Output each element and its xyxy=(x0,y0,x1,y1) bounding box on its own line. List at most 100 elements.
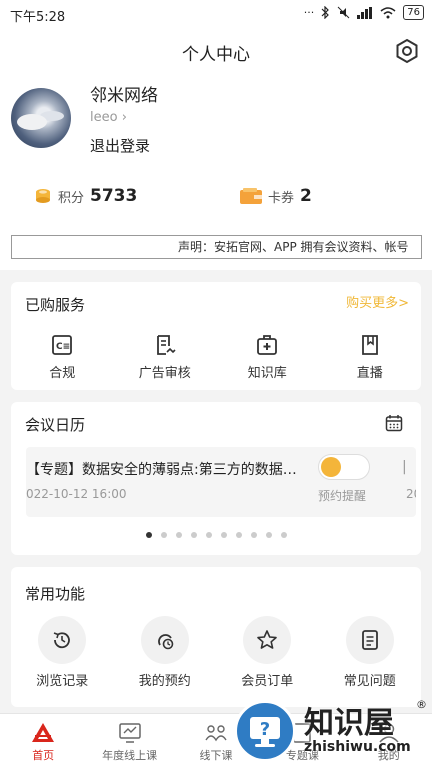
carousel-dot[interactable] xyxy=(190,532,197,538)
purchased-services-card: 已购服务 购买更多> C≡ 合规 广告审核 知识库 直播 xyxy=(11,282,421,390)
calendar-icon[interactable] xyxy=(385,414,403,432)
buy-more-link[interactable]: 购买更多> xyxy=(346,292,409,311)
function-history[interactable]: 浏览记录 xyxy=(11,616,114,689)
status-bar: 下午5:28 ··· 76 xyxy=(0,0,432,28)
function-label: 浏览记录 xyxy=(36,674,89,689)
carousel-dot[interactable] xyxy=(145,532,152,538)
tab-home[interactable]: 首页 xyxy=(0,714,86,768)
reservation-icon xyxy=(157,634,174,650)
reminder-toggle[interactable] xyxy=(318,454,370,480)
battery-indicator: 76 xyxy=(403,5,424,20)
conference-date: 022-10-12 16:00 xyxy=(26,487,127,501)
carousel-dot[interactable] xyxy=(265,532,272,538)
bluetooth-icon xyxy=(321,6,330,19)
service-compliance[interactable]: C≡ 合规 xyxy=(11,334,114,381)
function-label: 常见问题 xyxy=(343,674,396,689)
tab-label: 首页 xyxy=(32,749,55,762)
carousel-dot[interactable] xyxy=(235,532,242,538)
toggle-knob xyxy=(321,457,341,477)
wallet-card-icon xyxy=(240,188,262,204)
common-functions-grid: 浏览记录 我的预约 会员订单 常见问题 xyxy=(11,616,421,689)
wifi-icon xyxy=(380,6,396,18)
tab-online-course[interactable]: 年度线上课 xyxy=(86,714,172,768)
function-reservation[interactable]: 我的预约 xyxy=(114,616,217,689)
watermark-logo: ? xyxy=(234,700,296,762)
user-display-name: 邻米网络 xyxy=(90,86,158,106)
carousel-dot[interactable] xyxy=(160,532,167,538)
star-icon-circle xyxy=(243,616,292,664)
function-label: 会员订单 xyxy=(241,674,294,689)
reminder-label: 预约提醒 xyxy=(318,489,367,503)
reservation-icon-circle xyxy=(140,616,189,664)
carousel-dot[interactable] xyxy=(205,532,212,538)
service-live[interactable]: 直播 xyxy=(319,334,422,381)
common-functions-card: 常用功能 浏览记录 我的预约 会员订单 常见问题 xyxy=(11,567,421,707)
history-icon xyxy=(53,632,71,649)
svg-text:?: ? xyxy=(260,719,270,740)
notice-marquee[interactable]: 声明：安拓官网、APP 拥有会议资料、帐号 xyxy=(11,235,422,259)
coupons-stat[interactable]: 卡券 2 xyxy=(240,186,312,206)
purchased-services-title: 已购服务 xyxy=(25,296,86,314)
star-icon xyxy=(257,630,278,649)
status-icons: ··· 76 xyxy=(304,5,424,20)
next-item-peek-title: | xyxy=(402,459,407,475)
tab-label: 线下课 xyxy=(199,749,233,762)
service-label: 直播 xyxy=(356,366,383,381)
service-label: 广告审核 xyxy=(138,366,191,381)
coupons-label: 卡券 xyxy=(268,190,295,206)
function-member-orders[interactable]: 会员订单 xyxy=(216,616,319,689)
top-bar: 个人中心 xyxy=(0,28,432,74)
chevron-right-icon: › xyxy=(121,110,127,125)
conference-calendar-card: 会议日历 【专题】数据安全的薄弱点:第三方的数据… 022-10-12 16:0… xyxy=(11,402,421,555)
carousel-dot[interactable] xyxy=(220,532,227,538)
service-label: 知识库 xyxy=(247,366,287,381)
watermark-registered: ® xyxy=(416,698,427,711)
coin-stack-icon xyxy=(36,189,50,203)
avatar[interactable] xyxy=(11,88,71,148)
page-title: 个人中心 xyxy=(182,45,250,65)
logout-button[interactable]: 退出登录 xyxy=(90,135,150,156)
purchased-services-grid: C≡ 合规 广告审核 知识库 直播 xyxy=(11,334,421,381)
stats-row: 积分 5733 卡券 2 xyxy=(0,174,432,230)
faq-icon-circle xyxy=(345,616,394,664)
points-label: 积分 xyxy=(58,190,85,206)
settings-gear-icon[interactable] xyxy=(394,38,420,64)
watermark-title: 知识屋 xyxy=(304,706,394,741)
mute-icon xyxy=(337,6,350,19)
conference-calendar-title: 会议日历 xyxy=(25,416,86,434)
user-account-link[interactable]: leeo › xyxy=(90,110,127,125)
next-item-peek-date: 20 xyxy=(406,487,416,501)
live-icon xyxy=(361,335,378,355)
points-stat[interactable]: 积分 5733 xyxy=(34,186,137,206)
offline-course-icon xyxy=(205,725,227,742)
question-monitor-icon: ? xyxy=(250,717,280,747)
ad-review-icon xyxy=(156,335,176,355)
carousel-dots xyxy=(11,532,421,538)
carousel-dot[interactable] xyxy=(280,532,287,538)
notice-bar: 声明：安拓官网、APP 拥有会议资料、帐号 xyxy=(0,230,432,270)
signal-icon xyxy=(357,6,373,19)
history-icon-circle xyxy=(38,616,87,664)
function-label: 我的预约 xyxy=(138,674,191,689)
faq-icon xyxy=(361,630,378,650)
knowledge-base-icon xyxy=(257,335,278,355)
service-knowledge-base[interactable]: 知识库 xyxy=(216,334,319,381)
service-ad-review[interactable]: 广告审核 xyxy=(114,334,217,381)
coupons-value: 2 xyxy=(300,186,312,206)
conference-carousel-item[interactable]: 【专题】数据安全的薄弱点:第三方的数据… 022-10-12 16:00 预约提… xyxy=(26,447,416,517)
profile-section: 邻米网络 leeo › 退出登录 xyxy=(0,74,432,174)
points-value: 5733 xyxy=(90,186,138,206)
more-dots-icon: ··· xyxy=(303,6,315,19)
status-time: 下午5:28 xyxy=(10,10,66,25)
home-logo-icon xyxy=(32,723,55,742)
site-watermark: ? 知识屋 ® zhishiwu.com xyxy=(234,694,432,768)
service-label: 合规 xyxy=(49,366,76,381)
compliance-icon: C≡ xyxy=(52,335,73,355)
tab-label: 年度线上课 xyxy=(102,749,158,762)
function-faq[interactable]: 常见问题 xyxy=(319,616,422,689)
watermark-domain: zhishiwu.com xyxy=(304,739,411,755)
username: leeo xyxy=(90,110,118,125)
carousel-dot[interactable] xyxy=(250,532,257,538)
carousel-dot[interactable] xyxy=(175,532,182,538)
common-functions-title: 常用功能 xyxy=(25,585,86,603)
